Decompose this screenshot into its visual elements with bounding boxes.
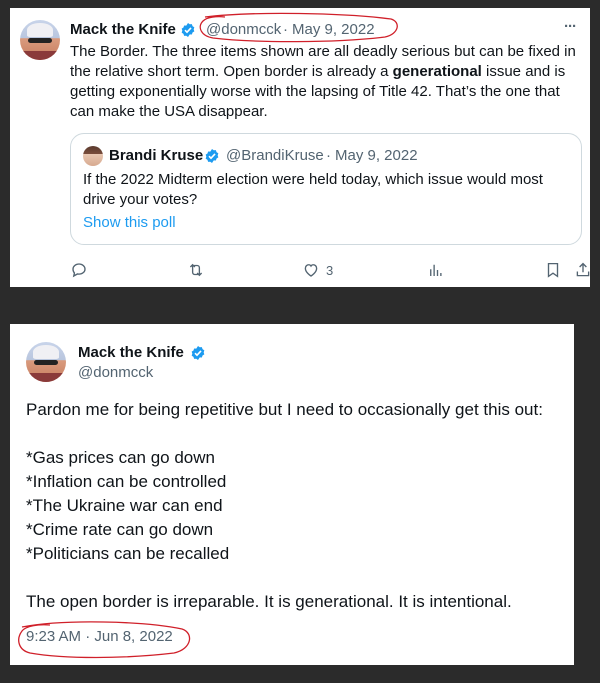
like-icon — [304, 264, 318, 277]
like-button[interactable]: 3 — [302, 260, 333, 280]
avatar[interactable] — [20, 20, 60, 60]
quote-author-handle: @BrandiKruse — [226, 147, 324, 164]
like-count: 3 — [326, 262, 334, 278]
tweet-card-2[interactable]: Mack the Knife @donmcck Pardon me for be… — [10, 324, 574, 665]
tweet-item: *Gas prices can go down — [26, 448, 215, 467]
tweet-timestamp[interactable]: 9:23 AM · Jun 8, 2022 — [26, 628, 173, 645]
tweet-item: *Politicians can be recalled — [26, 544, 230, 563]
tweet-item: *The Ukraine war can end — [26, 496, 223, 515]
retweet-button[interactable] — [187, 260, 205, 280]
avatar[interactable] — [26, 342, 66, 382]
quote-avatar — [83, 146, 103, 166]
reply-icon — [72, 263, 86, 278]
reply-button[interactable] — [70, 260, 88, 280]
bold-word: generational — [392, 63, 482, 80]
quote-author-name: Brandi Kruse — [109, 147, 204, 164]
bookmark-icon — [547, 262, 559, 278]
more-icon[interactable]: ··· — [564, 18, 577, 35]
views-icon — [430, 264, 442, 276]
author-name[interactable]: Mack the Knife — [78, 344, 184, 361]
tweet-closing: The open border is irreparable. It is ge… — [26, 592, 512, 611]
author-handle[interactable]: @donmcck — [78, 364, 153, 381]
verified-badge-icon — [191, 346, 205, 360]
retweet-icon — [189, 263, 203, 277]
quote-date: May 9, 2022 — [335, 147, 418, 164]
share-button[interactable] — [574, 260, 592, 280]
tweet-actions: 3 — [70, 260, 590, 280]
quoted-tweet[interactable]: Brandi Kruse @BrandiKruse · May 9, 2022 … — [70, 133, 582, 245]
quote-text: If the 2022 Midterm election were held t… — [83, 171, 543, 208]
meta-separator: · — [283, 21, 288, 38]
show-poll-link[interactable]: Show this poll — [83, 214, 176, 231]
tweet-item: *Crime rate can go down — [26, 520, 214, 539]
tweet-card-1[interactable]: Mack the Knife @donmcck · May 9, 2022 ··… — [10, 8, 590, 287]
tweet-intro: Pardon me for being repetitive but I nee… — [26, 400, 543, 419]
quote-separator: · — [326, 147, 331, 164]
tweet-item: *Inflation can be controlled — [26, 472, 227, 491]
tweet-text: The Border. The three items shown are al… — [70, 43, 576, 120]
share-icon — [576, 262, 590, 277]
verified-badge-icon — [205, 149, 219, 163]
views-button[interactable] — [427, 260, 445, 280]
author-name[interactable]: Mack the Knife — [70, 21, 176, 38]
tweet-date[interactable]: May 9, 2022 — [292, 21, 375, 38]
bookmark-button[interactable] — [544, 260, 562, 280]
verified-badge-icon — [181, 23, 195, 37]
author-handle[interactable]: @donmcck — [206, 21, 281, 38]
